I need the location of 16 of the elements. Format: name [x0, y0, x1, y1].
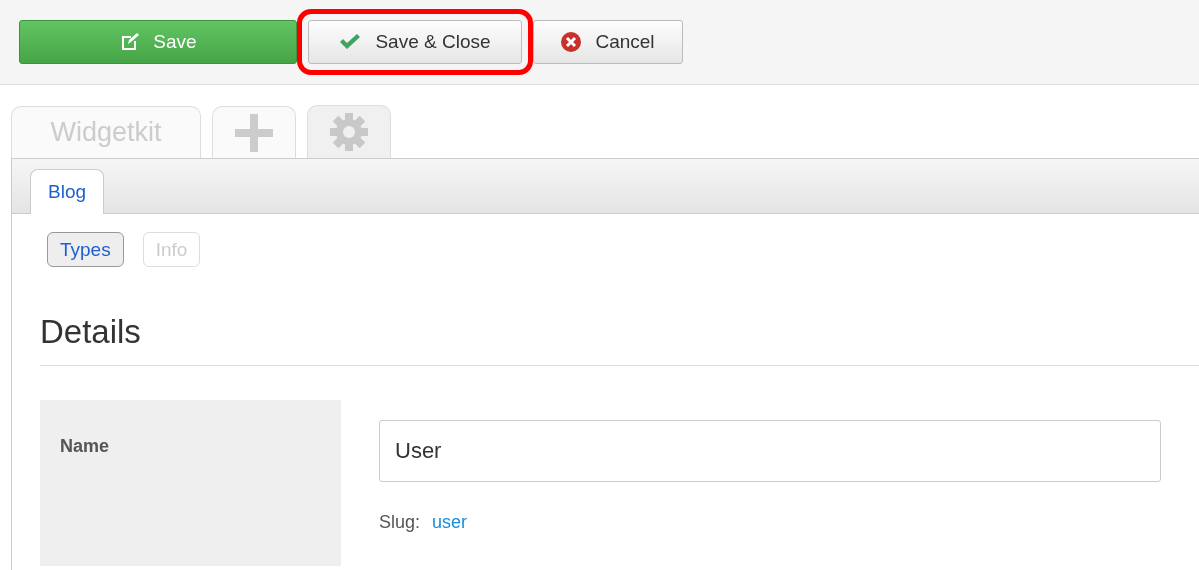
- name-field[interactable]: User: [379, 420, 1161, 482]
- field-label: Name: [60, 436, 110, 457]
- settings-tab[interactable]: [307, 105, 391, 158]
- save-button[interactable]: Save: [19, 20, 297, 64]
- slug-label: Slug:: [379, 512, 421, 533]
- plus-icon: [235, 113, 273, 152]
- edit-icon: [119, 32, 140, 52]
- add-tab[interactable]: [212, 106, 296, 158]
- cancel-icon: [561, 32, 582, 52]
- slug-link[interactable]: user: [432, 512, 468, 533]
- settings-icon: [329, 112, 369, 152]
- section-heading: Details: [40, 313, 1199, 366]
- cancel-button[interactable]: Cancel: [533, 20, 683, 64]
- pill-tab[interactable]: Types: [47, 232, 124, 267]
- tab[interactable]: Blog: [30, 169, 105, 214]
- check-icon: [339, 33, 362, 51]
